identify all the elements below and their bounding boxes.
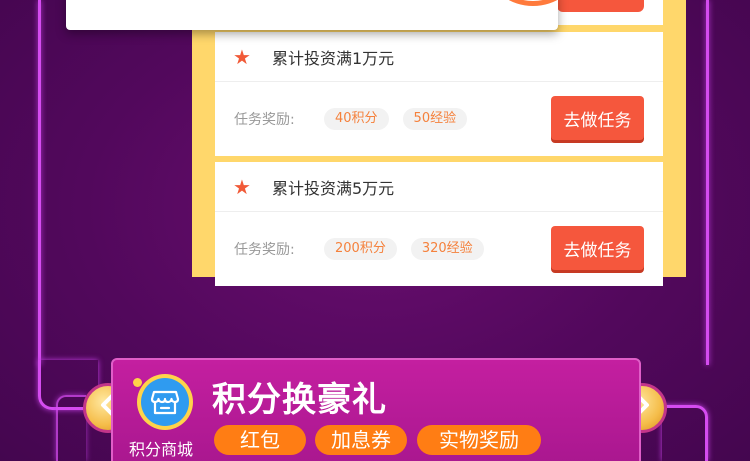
points-mall-banner[interactable]: 积分商城 积分换豪礼 红包 加息券 实物奖励: [111, 358, 641, 461]
task-card: ★ 累计投资满1万元 任务奖励: 40积分 50经验 去做任务: [215, 32, 663, 156]
previous-task-button[interactable]: [557, 0, 644, 12]
neon-line-right-corner: [662, 405, 708, 461]
tag-red-packet[interactable]: 红包: [214, 425, 306, 455]
star-icon: ★: [233, 44, 251, 69]
reward-label: 任务奖励:: [234, 242, 295, 258]
reward-label: 任务奖励:: [234, 112, 295, 128]
task-header: ★ 累计投资满5万元: [215, 162, 663, 212]
reward-points-badge: 200积分: [324, 238, 397, 260]
shop-icon-circle[interactable]: [137, 374, 193, 430]
neon-line-left-inner: [56, 395, 86, 461]
task-card: ★ 累计投资满5万元 任务奖励: 200积分 320经验 去做任务: [215, 162, 663, 286]
do-task-button[interactable]: 去做任务: [551, 96, 644, 140]
shop-icon: [141, 378, 189, 426]
task-title: 累计投资满5万元: [272, 178, 395, 198]
task-header: ★ 累计投资满1万元: [215, 32, 663, 82]
do-task-button[interactable]: 去做任务: [551, 226, 644, 270]
star-icon: ★: [233, 174, 251, 199]
ring-icon: [491, 0, 558, 6]
tag-physical-reward[interactable]: 实物奖励: [417, 425, 541, 455]
reward-points-badge: 40积分: [324, 108, 389, 130]
reward-exp-badge: 320经验: [410, 238, 484, 260]
reward-exp-badge: 50经验: [402, 108, 468, 130]
orbit-dot: [133, 378, 142, 387]
neon-line-right: [706, 0, 709, 365]
overlay-card: [66, 0, 558, 30]
task-title: 累计投资满1万元: [272, 48, 395, 68]
shop-label: 积分商城: [129, 440, 194, 459]
banner-title: 积分换豪礼: [212, 380, 387, 420]
task-reward-row: 任务奖励: 40积分 50经验 去做任务: [215, 82, 663, 156]
task-reward-row: 任务奖励: 200积分 320经验 去做任务: [215, 212, 663, 286]
neon-line-left: [38, 0, 41, 365]
tag-interest-coupon[interactable]: 加息券: [315, 425, 407, 455]
